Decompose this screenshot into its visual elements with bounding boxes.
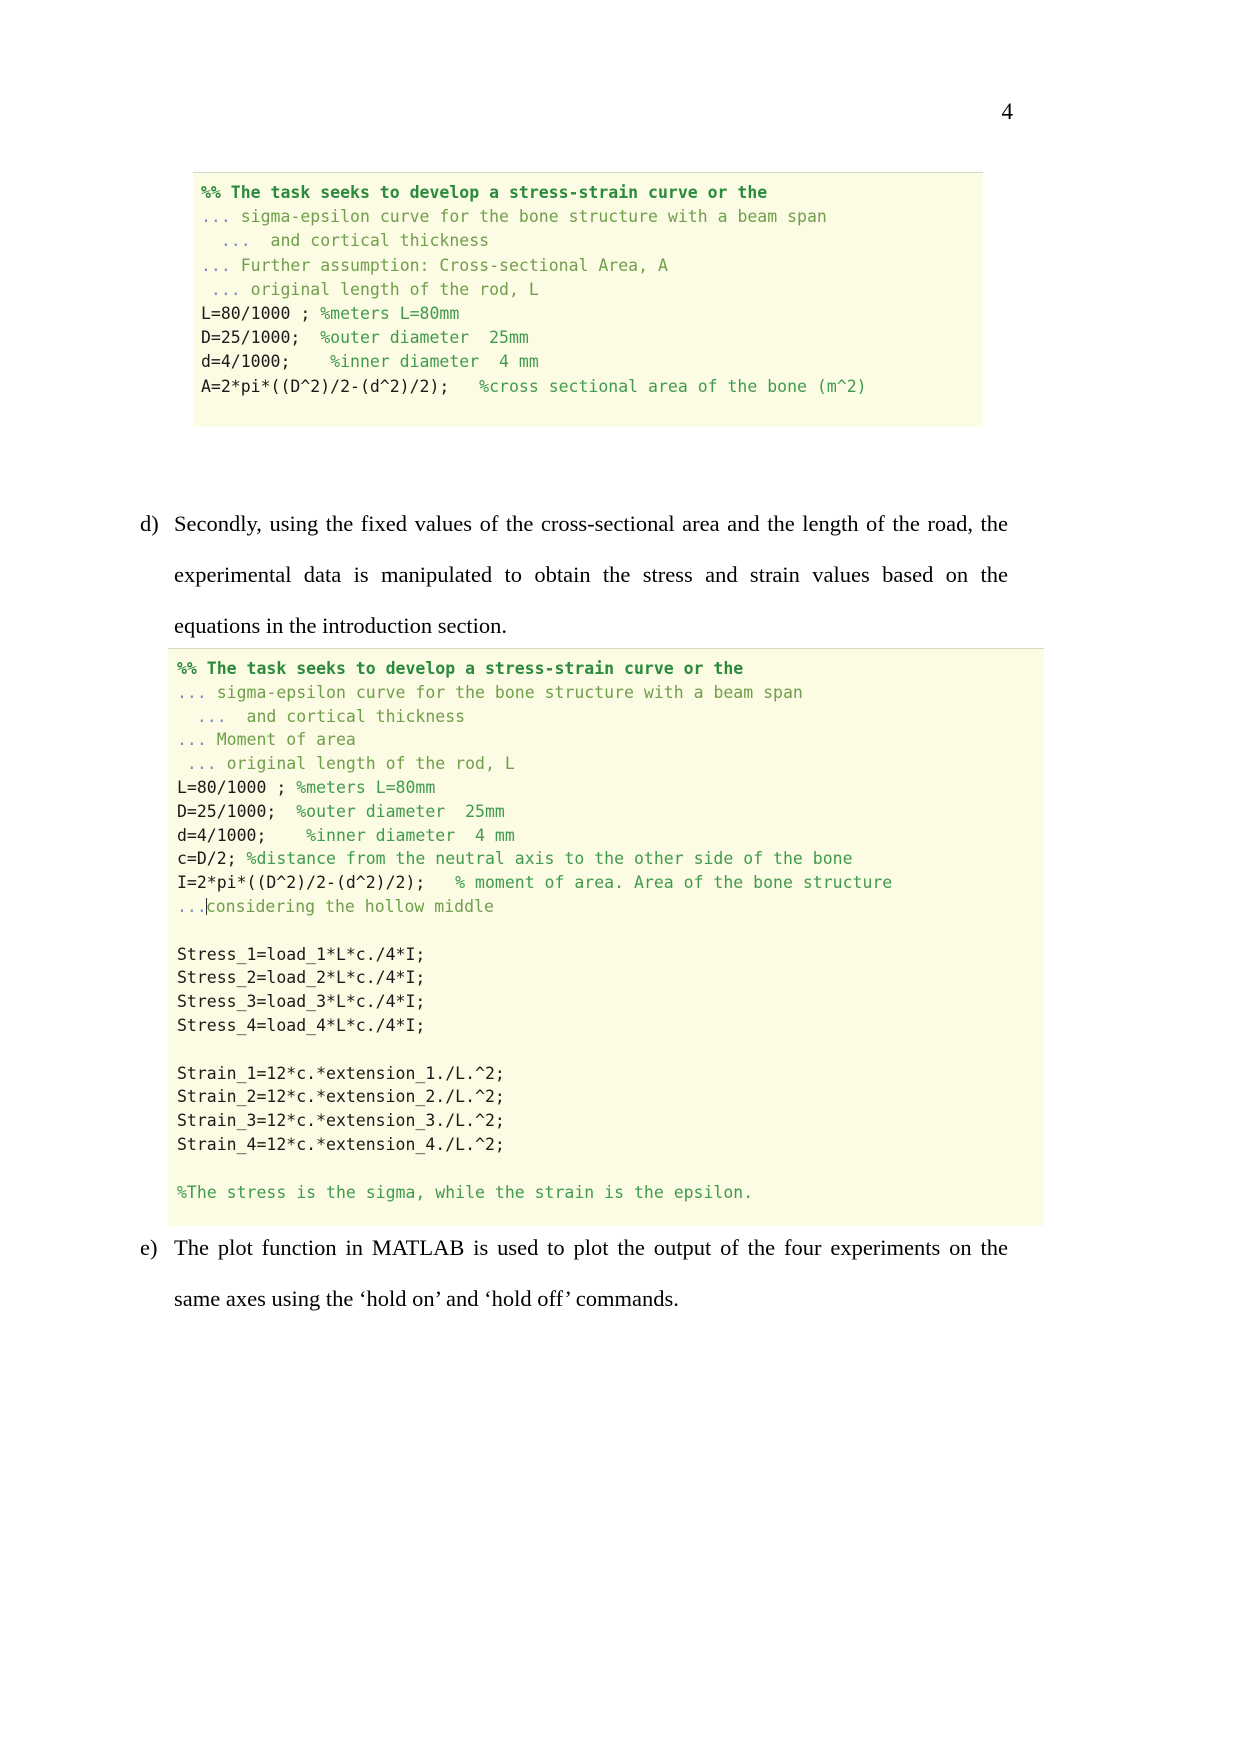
code-line: %% The task seeks to develop a stress-st… [201, 181, 983, 205]
code-line: D=25/1000; %outer diameter 25mm [201, 326, 983, 350]
paragraph-d-text: Secondly, using the fixed values of the … [174, 511, 1008, 638]
code-line: Strain_2=12*c.*extension_2./L.^2; [177, 1085, 1044, 1109]
code-token-comment: %outer diameter 25mm [310, 328, 529, 348]
list-marker-e: e) [140, 1235, 158, 1260]
code-line: D=25/1000; %outer diameter 25mm [177, 800, 1044, 824]
document-page: 4 %% The task seeks to develop a stress-… [0, 0, 1241, 1754]
code-token-comment-d: sigma-epsilon curve for the bone structu… [240, 207, 827, 227]
code-token-comment-d: Further assumption: Cross-sectional Area… [240, 255, 668, 275]
code-token-comment: %distance from the neutral axis to the o… [246, 849, 853, 869]
code-token-comment: %cross sectional area of the bone (m^2) [469, 376, 867, 396]
code-line: ... and cortical thickness [201, 229, 983, 253]
code-token-cell: %% The task seeks to develop a stress-st… [177, 659, 744, 678]
code-token-cont: ... [201, 279, 251, 299]
code-line: L=80/1000 ; %meters L=80mm [201, 302, 983, 326]
code-line: ...considering the hollow middle [177, 895, 1044, 919]
code-token-code: c=D/2; [177, 849, 247, 869]
code-token-comment: %meters L=80mm [296, 777, 436, 797]
code-token-code: L=80/1000 ; [177, 777, 297, 797]
code-line: Strain_3=12*c.*extension_3./L.^2; [177, 1109, 1044, 1133]
code-line: d=4/1000; %inner diameter 4 mm [177, 824, 1044, 848]
code-line: I=2*pi*((D^2)/2-(d^2)/2); % moment of ar… [177, 871, 1044, 895]
code-token-code: Stress_4=load_4*L*c./4*I; [177, 1015, 426, 1035]
code-token-comment: %inner diameter 4 mm [286, 825, 515, 845]
code-token-code: Stress_3=load_3*L*c./4*I; [177, 992, 426, 1012]
code-token-code: d=4/1000; [177, 825, 287, 845]
code-token-cont: ... [201, 207, 241, 227]
code-block-cross-sectional-area: %% The task seeks to develop a stress-st… [193, 172, 983, 427]
code-token-comment-d: Moment of area [216, 730, 356, 750]
code-token-code: D=25/1000; [201, 328, 311, 348]
code-token-code: I=2*pi*((D^2)/2-(d^2)/2); [177, 873, 446, 893]
code-token-code: Strain_4=12*c.*extension_4./L.^2; [177, 1134, 505, 1154]
code-line: A=2*pi*((D^2)/2-(d^2)/2); %cross section… [201, 375, 983, 399]
code-token-comment-d: original length of the rod, L [250, 279, 539, 299]
code-token-comment: %inner diameter 4 mm [310, 352, 539, 372]
code-token-cont: ... [177, 730, 217, 750]
code-line: Stress_1=load_1*L*c./4*I; [177, 943, 1044, 967]
code-token-cont: ... [177, 896, 207, 916]
code-token-cont: ... [201, 255, 241, 275]
code-token-comment-d: sigma-epsilon curve for the bone structu… [216, 682, 803, 702]
code-line: Stress_4=load_4*L*c./4*I; [177, 1014, 1044, 1038]
code-token-code: A=2*pi*((D^2)/2-(d^2)/2); [201, 376, 470, 396]
code-token-cont: ... [201, 231, 261, 251]
code-token-comment: %outer diameter 25mm [286, 801, 505, 821]
code-line: ... original length of the rod, L [177, 752, 1044, 776]
code-token-code: Strain_3=12*c.*extension_3./L.^2; [177, 1111, 505, 1131]
code-token-code: d=4/1000; [201, 352, 311, 372]
code-token-cell: %% The task seeks to develop a stress-st… [201, 183, 768, 202]
code-token-cont: ... [177, 682, 217, 702]
code-token-comment-d: considering the hollow middle [205, 896, 494, 916]
code-token-code: Stress_1=load_1*L*c./4*I; [177, 944, 426, 964]
code-line: ... and cortical thickness [177, 705, 1044, 729]
code-token-comment-d: and cortical thickness [260, 231, 490, 251]
paragraph-e-text: The plot function in MATLAB is used to p… [174, 1235, 1008, 1311]
code-token-code: L=80/1000 ; [201, 304, 321, 324]
code-token-comment: %meters L=80mm [320, 304, 460, 324]
code-token-code: D=25/1000; [177, 801, 287, 821]
code-line: ... Further assumption: Cross-sectional … [201, 254, 983, 278]
list-marker-d: d) [140, 511, 159, 536]
code-token-comment: % moment of area. Area of the bone struc… [445, 873, 893, 893]
code-token-comment-d: original length of the rod, L [226, 754, 515, 774]
code-line: %The stress is the sigma, while the stra… [177, 1181, 1044, 1205]
code-line: d=4/1000; %inner diameter 4 mm [201, 350, 983, 374]
code-line: Stress_2=load_2*L*c./4*I; [177, 966, 1044, 990]
code-line: ... sigma-epsilon curve for the bone str… [201, 205, 983, 229]
code-line: c=D/2; %distance from the neutral axis t… [177, 847, 1044, 871]
code-line: ... original length of the rod, L [201, 278, 983, 302]
code-token-cont: ... [177, 754, 227, 774]
code-block-stress-strain: %% The task seeks to develop a stress-st… [168, 648, 1044, 1227]
code-line: Strain_4=12*c.*extension_4./L.^2; [177, 1133, 1044, 1157]
code-token-comment-d: and cortical thickness [236, 706, 466, 726]
paragraph-e: e) The plot function in MATLAB is used t… [140, 1222, 1008, 1324]
code-line: %% The task seeks to develop a stress-st… [177, 657, 1044, 681]
code-token-code: Strain_1=12*c.*extension_1./L.^2; [177, 1063, 505, 1083]
page-number: 4 [1001, 99, 1014, 124]
code-line: Strain_1=12*c.*extension_1./L.^2; [177, 1062, 1044, 1086]
paragraph-d: d) Secondly, using the fixed values of t… [140, 498, 1008, 651]
code-token-cont: ... [177, 706, 237, 726]
code-line: L=80/1000 ; %meters L=80mm [177, 776, 1044, 800]
code-token-code: Strain_2=12*c.*extension_2./L.^2; [177, 1087, 505, 1107]
code-token-comment: %The stress is the sigma, while the stra… [177, 1182, 754, 1202]
code-line: ... sigma-epsilon curve for the bone str… [177, 681, 1044, 705]
code-line: ... Moment of area [177, 728, 1044, 752]
code-line: Stress_3=load_3*L*c./4*I; [177, 990, 1044, 1014]
code-token-code: Stress_2=load_2*L*c./4*I; [177, 968, 426, 988]
